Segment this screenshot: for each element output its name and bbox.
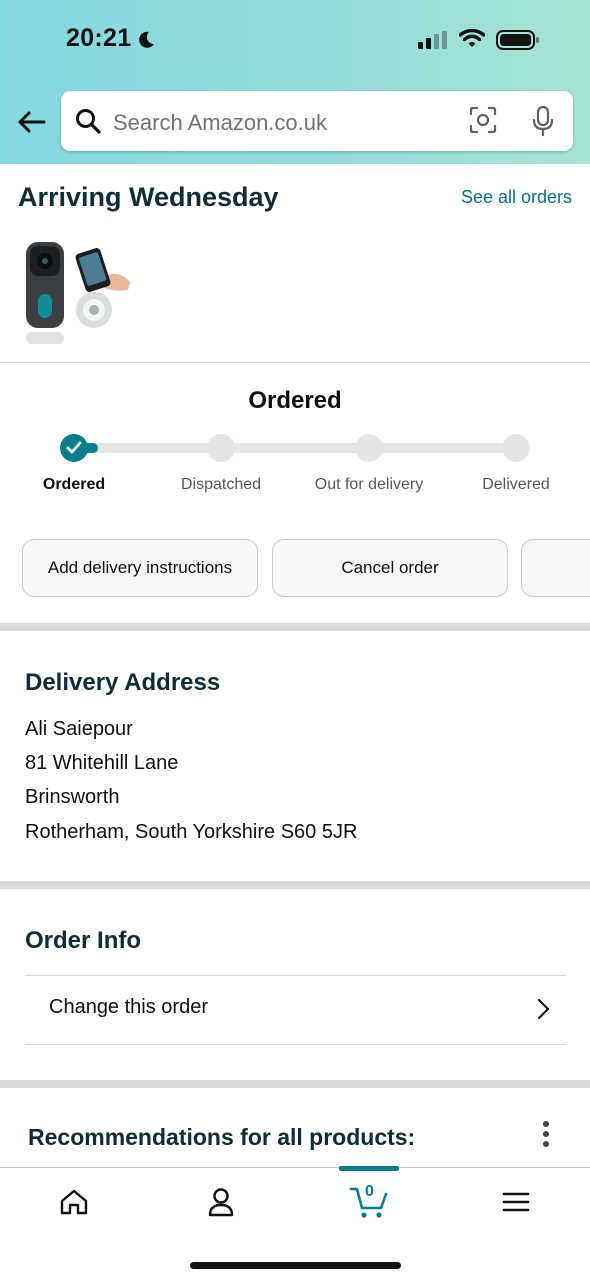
order-info-title: Order Info [25,927,142,954]
app-header: 20:21 Search Amazon.co.uk [0,0,590,164]
section-separator [0,623,590,631]
search-input[interactable]: Search Amazon.co.uk [113,110,327,136]
back-arrow-icon [18,111,46,133]
recommendations-title: Recommendations for all products: [28,1124,416,1150]
menu-icon [502,1192,530,1212]
cart-count-badge: 0 [365,1183,374,1200]
step-label-ordered: Ordered [42,476,106,493]
step-node-ordered [60,434,88,462]
chevron-right-icon [537,998,550,1020]
moon-icon [139,31,154,48]
tab-account[interactable] [201,1184,241,1220]
status-time: 20:21 [66,24,132,52]
tab-home[interactable] [54,1184,94,1220]
step-label-out-for-delivery: Out for delivery [314,476,424,493]
section-divider [0,362,590,363]
section-separator [0,1080,590,1088]
signal-icon [418,31,447,49]
address-line: 81 Whitehill Lane [25,752,179,774]
more-options-icon[interactable] [538,1120,554,1150]
step-node-delivered [502,434,530,462]
search-icon [76,109,101,134]
address-line: Rotherham, South Yorkshire S60 5JR [25,821,358,843]
video-doorbell-product-image[interactable] [22,238,132,348]
checkmark-icon [66,441,82,454]
change-order-row[interactable]: Change this order [25,975,566,1045]
wifi-icon [459,29,485,47]
home-indicator [190,1262,401,1269]
active-tab-indicator [339,1166,399,1171]
step-label-dispatched: Dispatched [180,476,262,493]
change-order-label: Change this order [49,996,208,1018]
see-all-orders-link[interactable]: See all orders [461,187,572,208]
back-button[interactable] [14,105,48,139]
step-node-dispatched [207,434,235,462]
more-actions-button[interactable] [521,539,590,597]
tab-menu[interactable] [496,1184,536,1220]
account-icon [208,1188,234,1217]
delivery-address-title: Delivery Address [25,669,221,696]
camera-scan-icon[interactable] [469,106,497,134]
step-label-delivered: Delivered [482,476,550,493]
address-line: Brinsworth [25,786,120,808]
order-status-title: Ordered [248,387,342,414]
add-delivery-instructions-button[interactable]: Add delivery instructions [22,539,258,597]
section-separator [0,881,590,889]
cancel-order-button[interactable]: Cancel order [272,539,508,597]
battery-icon [496,30,539,50]
address-line: Ali Saiepour [25,718,133,740]
arrival-heading: Arriving Wednesday [18,182,279,212]
step-node-out-for-delivery [355,434,383,462]
microphone-icon[interactable] [531,105,555,137]
progress-track [74,443,516,453]
search-bar[interactable]: Search Amazon.co.uk [61,91,573,151]
home-icon [60,1189,88,1215]
